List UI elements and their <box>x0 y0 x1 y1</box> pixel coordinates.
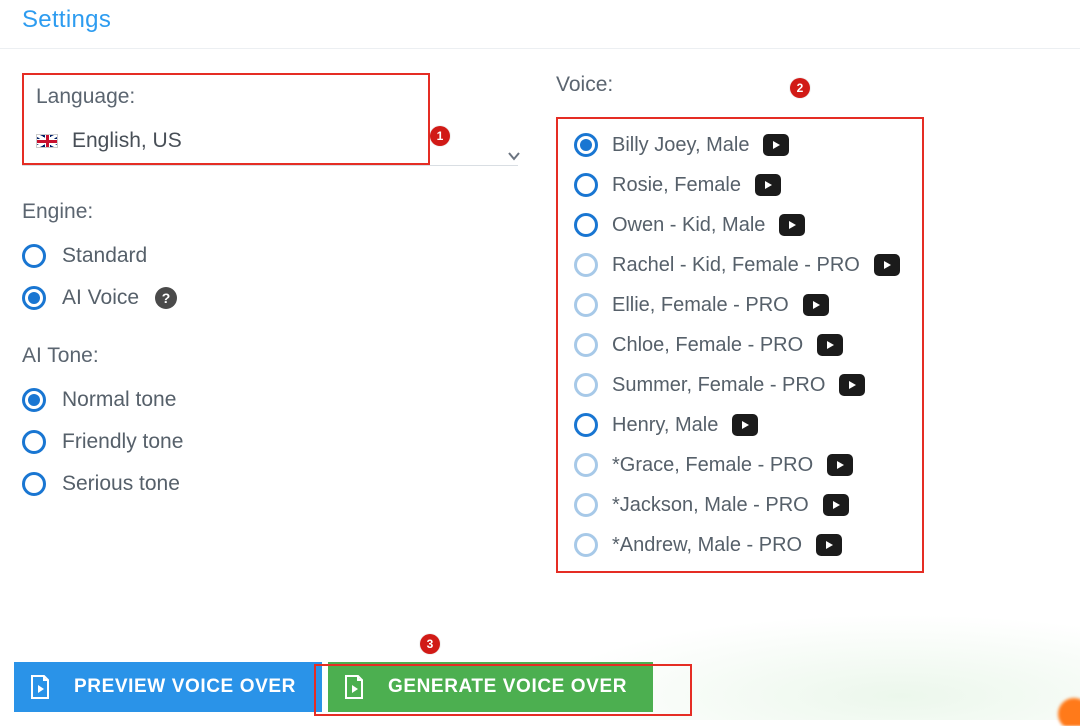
language-value: English, US <box>72 129 182 153</box>
right-column: Voice: Billy Joey, MaleRosie, FemaleOwen… <box>556 73 1058 573</box>
voice-option[interactable]: *Andrew, Male - PRO <box>574 533 906 557</box>
voice-option[interactable]: Rachel - Kid, Female - PRO <box>574 253 906 277</box>
settings-content: Language: English, US Engine: Standard A… <box>0 49 1080 573</box>
radio-icon <box>574 133 598 157</box>
voice-option-label: Summer, Female - PRO <box>612 374 825 397</box>
generate-button-label: GENERATE VOICE OVER <box>388 676 627 698</box>
ai-tone-label: AI Tone: <box>22 344 532 368</box>
voice-option[interactable]: Rosie, Female <box>574 173 906 197</box>
voice-option-label: Chloe, Female - PRO <box>612 334 803 357</box>
ai-tone-option-serious[interactable]: Serious tone <box>22 472 532 496</box>
voice-option-label: *Grace, Female - PRO <box>612 454 813 477</box>
voice-option[interactable]: Chloe, Female - PRO <box>574 333 906 357</box>
radio-icon <box>574 373 598 397</box>
voice-option-label: *Jackson, Male - PRO <box>612 494 809 517</box>
voice-option-label: Henry, Male <box>612 414 718 437</box>
radio-icon <box>574 493 598 517</box>
engine-options: Standard AI Voice ? <box>22 244 532 310</box>
voice-option[interactable]: *Jackson, Male - PRO <box>574 493 906 517</box>
play-icon[interactable] <box>827 454 853 476</box>
callout-1: 1 <box>430 126 450 146</box>
language-underline <box>22 165 518 166</box>
engine-label: Engine: <box>22 200 532 224</box>
voice-option[interactable]: Ellie, Female - PRO <box>574 293 906 317</box>
radio-icon <box>574 333 598 357</box>
preview-button-label: PREVIEW VOICE OVER <box>74 676 296 698</box>
chevron-down-icon[interactable] <box>506 148 522 169</box>
voice-option-label: Ellie, Female - PRO <box>612 294 789 317</box>
radio-icon <box>574 413 598 437</box>
voice-option-label: Owen - Kid, Male <box>612 214 765 237</box>
ai-tone-option-label: Normal tone <box>62 388 176 412</box>
voice-option[interactable]: Billy Joey, Male <box>574 133 906 157</box>
generate-voice-over-button[interactable]: GENERATE VOICE OVER <box>328 662 653 712</box>
voice-option-label: Billy Joey, Male <box>612 134 749 157</box>
language-field-highlight: Language: English, US <box>22 73 430 165</box>
radio-icon <box>22 472 46 496</box>
voice-option-label: Rachel - Kid, Female - PRO <box>612 254 860 277</box>
voice-option-label: *Andrew, Male - PRO <box>612 534 802 557</box>
engine-option-label: Standard <box>62 244 147 268</box>
page-title: Settings <box>22 6 1058 34</box>
radio-icon <box>574 533 598 557</box>
engine-option-label: AI Voice <box>62 286 139 310</box>
engine-option-ai-voice[interactable]: AI Voice ? <box>22 286 532 310</box>
footer-buttons: PREVIEW VOICE OVER GENERATE VOICE OVER <box>14 662 653 712</box>
radio-icon <box>22 388 46 412</box>
voice-option[interactable]: Owen - Kid, Male <box>574 213 906 237</box>
voice-options-highlight: Billy Joey, Male Rosie, Female Owen - Kid,… <box>556 117 924 573</box>
radio-icon <box>574 173 598 197</box>
play-icon[interactable] <box>779 214 805 236</box>
radio-icon <box>574 453 598 477</box>
uk-flag-icon <box>36 134 58 148</box>
play-icon[interactable] <box>817 334 843 356</box>
ai-tone-option-label: Serious tone <box>62 472 180 496</box>
radio-icon <box>22 430 46 454</box>
engine-section: Engine: Standard AI Voice ? <box>22 200 532 310</box>
language-label: Language: <box>36 85 416 109</box>
radio-icon <box>574 293 598 317</box>
play-icon[interactable] <box>803 294 829 316</box>
play-icon[interactable] <box>839 374 865 396</box>
play-icon[interactable] <box>755 174 781 196</box>
radio-icon <box>574 213 598 237</box>
radio-icon <box>574 253 598 277</box>
engine-option-standard[interactable]: Standard <box>22 244 532 268</box>
header: Settings <box>0 0 1080 49</box>
play-icon[interactable] <box>732 414 758 436</box>
play-icon[interactable] <box>874 254 900 276</box>
preview-voice-over-button[interactable]: PREVIEW VOICE OVER <box>14 662 322 712</box>
voice-option[interactable]: Summer, Female - PRO <box>574 373 906 397</box>
voice-option[interactable]: *Grace, Female - PRO <box>574 453 906 477</box>
ai-tone-option-friendly[interactable]: Friendly tone <box>22 430 532 454</box>
ai-tone-section: AI Tone: Normal tone Friendly tone Serio… <box>22 344 532 496</box>
decorative-corner <box>1056 696 1080 726</box>
ai-tone-options: Normal tone Friendly tone Serious tone <box>22 388 532 496</box>
voice-option[interactable]: Henry, Male <box>574 413 906 437</box>
voice-option-label: Rosie, Female <box>612 174 741 197</box>
radio-icon <box>22 244 46 268</box>
ai-tone-option-normal[interactable]: Normal tone <box>22 388 532 412</box>
left-column: Language: English, US Engine: Standard A… <box>22 73 532 573</box>
play-icon[interactable] <box>763 134 789 156</box>
help-icon[interactable]: ? <box>155 287 177 309</box>
play-icon[interactable] <box>816 534 842 556</box>
radio-icon <box>22 286 46 310</box>
play-icon[interactable] <box>823 494 849 516</box>
callout-3: 3 <box>420 634 440 654</box>
callout-2: 2 <box>790 78 810 98</box>
ai-tone-option-label: Friendly tone <box>62 430 183 454</box>
language-selector[interactable]: English, US <box>36 129 416 163</box>
file-play-icon <box>28 674 52 700</box>
file-play-icon <box>342 674 366 700</box>
